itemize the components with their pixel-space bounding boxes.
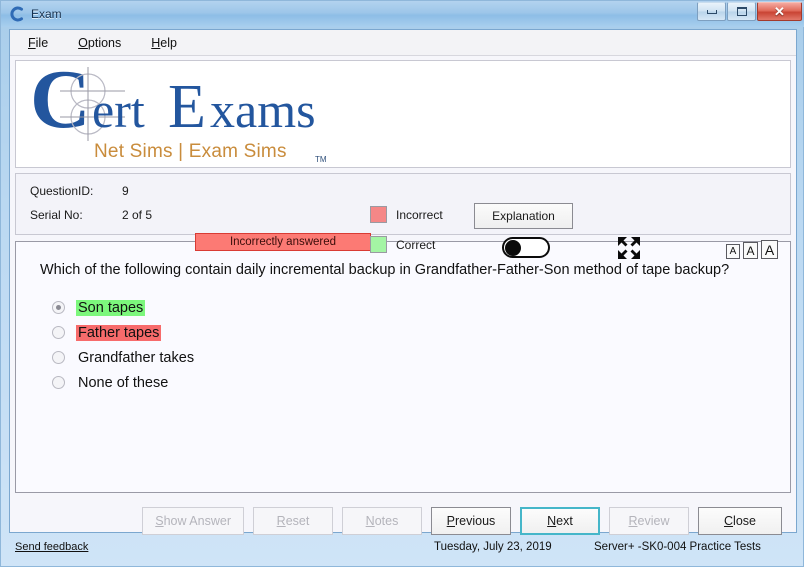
question-id-value: 9 <box>122 184 129 198</box>
font-size-controls: A A A <box>726 240 778 259</box>
status-bar: Send feedback Tuesday, July 23, 2019 Ser… <box>9 535 797 559</box>
status-product-name: Server+ -SK0-004 Practice Tests <box>594 541 761 553</box>
question-info-panel: QuestionID: 9 Serial No: 2 of 5 <box>15 173 791 235</box>
serial-no-label: Serial No: <box>30 208 83 222</box>
minimize-icon <box>706 9 717 14</box>
radio-icon-1[interactable] <box>52 326 65 340</box>
menu-item-options[interactable]: Options <box>76 34 123 52</box>
certexams-c-icon <box>9 6 25 22</box>
client-area: File Options Help C ert E xams TM Net Si… <box>9 29 797 535</box>
legend-swatch-incorrect <box>370 206 387 223</box>
svg-text:xams: xams <box>210 82 316 138</box>
close-button[interactable]: Close <box>698 507 782 535</box>
question-panel: Which of the following contain daily inc… <box>15 241 791 493</box>
status-badge: Incorrectly answered <box>195 233 371 251</box>
next-button[interactable]: Next <box>520 507 600 535</box>
answer-option-3[interactable]: None of these <box>40 370 766 395</box>
tagline-examsims: Exam Sims <box>188 141 287 162</box>
expand-arrows-icon[interactable] <box>616 235 642 261</box>
legend-swatch-correct <box>370 236 387 253</box>
menu-item-help[interactable]: Help <box>149 34 179 52</box>
font-size-small-button[interactable]: A <box>726 244 740 259</box>
title-bar[interactable]: Exam ✕ <box>1 1 804 27</box>
answer-option-0[interactable]: Son tapes <box>40 295 766 320</box>
svg-text:E: E <box>168 73 206 141</box>
show-answer-button[interactable]: Show Answer <box>142 507 244 535</box>
radio-icon-2[interactable] <box>52 351 65 365</box>
answer-options-list: Son tapes Father tapes Grandfather takes… <box>40 295 766 395</box>
close-window-button[interactable]: ✕ <box>757 2 802 21</box>
tagline-netsims: Net Sims <box>94 141 173 162</box>
radio-icon-3[interactable] <box>52 376 65 390</box>
svg-text:ert: ert <box>92 82 145 138</box>
brand-logo-mark: C ert E xams <box>30 61 330 148</box>
answer-option-label-3: None of these <box>78 374 169 391</box>
toggle-knob <box>505 240 521 256</box>
menu-item-file[interactable]: File <box>26 34 50 52</box>
svg-text:C: C <box>30 65 91 143</box>
maximize-button[interactable] <box>727 2 756 21</box>
legend-label-correct: Correct <box>396 237 436 252</box>
send-feedback-link[interactable]: Send feedback <box>15 541 88 553</box>
minimize-button[interactable] <box>697 2 726 21</box>
legend-incorrect: Incorrect <box>370 206 443 223</box>
answer-option-1[interactable]: Father tapes <box>40 320 766 345</box>
font-size-medium-button[interactable]: A <box>743 242 758 259</box>
answer-option-label-0: Son tapes <box>76 299 146 316</box>
answer-option-label-2: Grandfather takes <box>78 349 195 366</box>
review-button[interactable]: Review <box>609 507 689 535</box>
tagline-separator: | <box>178 141 184 162</box>
serial-no-value: 2 of 5 <box>122 208 153 222</box>
legend-label-incorrect: Incorrect <box>396 207 443 222</box>
application-window: Exam ✕ File Options Help C ert E xams TM… <box>0 0 804 567</box>
window-controls: ✕ <box>697 2 802 21</box>
close-icon: ✕ <box>774 4 785 19</box>
brand-logo-panel: C ert E xams TM Net Sims | Exam Sims <box>15 60 791 168</box>
radio-icon-0[interactable] <box>52 301 65 315</box>
window-title: Exam <box>31 7 62 21</box>
maximize-icon <box>736 7 747 16</box>
previous-button[interactable]: Previous <box>431 507 511 535</box>
explanation-toggle-switch[interactable] <box>502 237 550 258</box>
answer-option-label-1: Father tapes <box>76 324 162 341</box>
brand-tagline: Net Sims | Exam Sims <box>94 141 287 163</box>
question-text: Which of the following contain daily inc… <box>40 262 730 278</box>
title-bar-left: Exam <box>1 6 62 22</box>
legend-correct: Correct <box>370 236 435 253</box>
answer-option-2[interactable]: Grandfather takes <box>40 345 766 370</box>
notes-button[interactable]: Notes <box>342 507 422 535</box>
menu-bar: File Options Help <box>10 30 796 56</box>
font-size-large-button[interactable]: A <box>761 240 778 259</box>
trademark-symbol: TM <box>315 155 327 164</box>
question-id-label: QuestionID: <box>30 184 94 198</box>
explanation-button[interactable]: Explanation <box>474 203 573 229</box>
reset-button[interactable]: Reset <box>253 507 333 535</box>
status-date: Tuesday, July 23, 2019 <box>434 541 552 553</box>
